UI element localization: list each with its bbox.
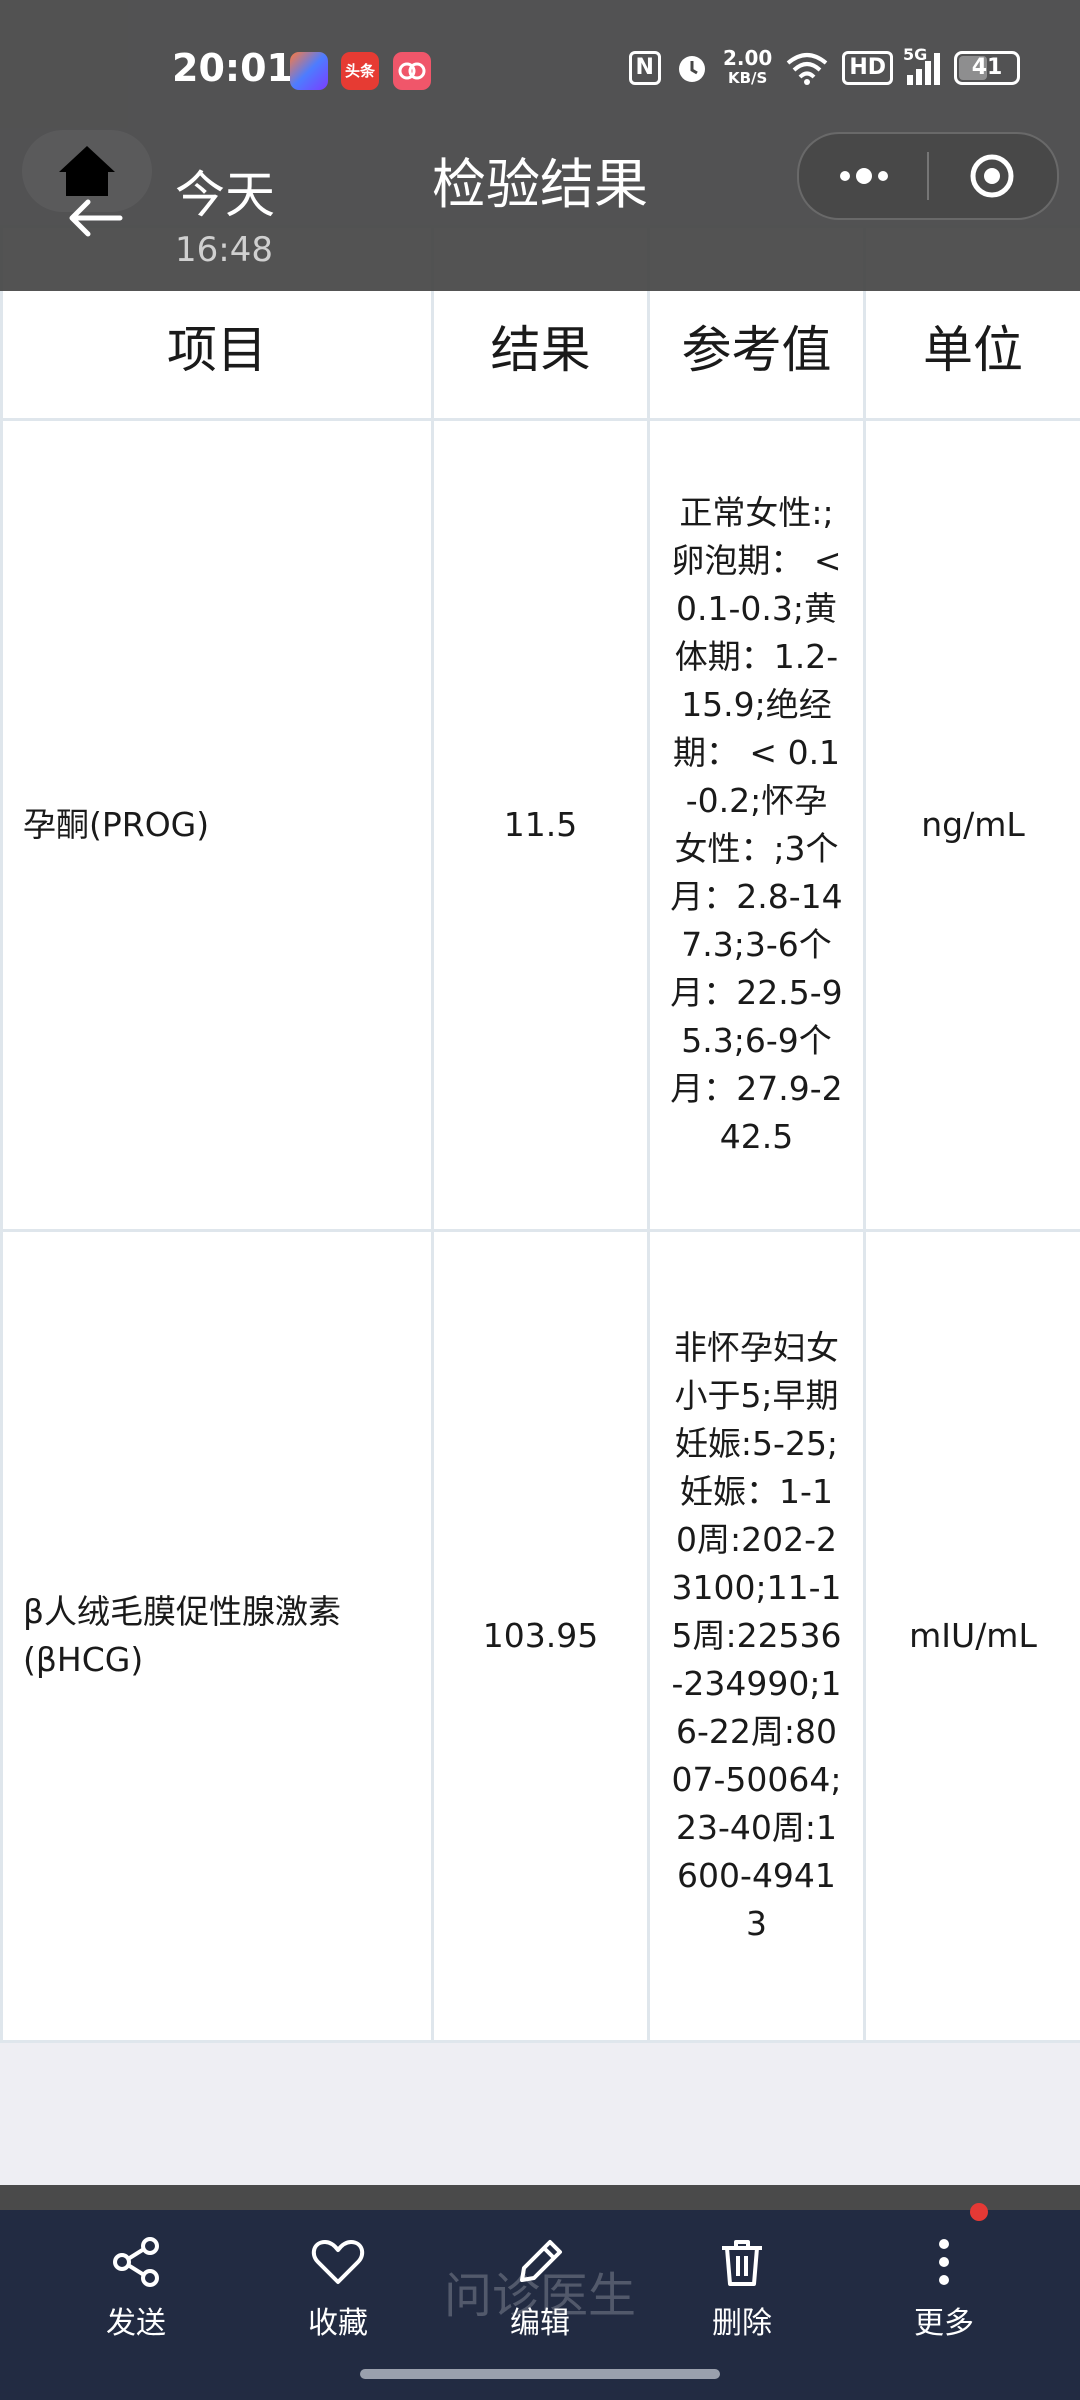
edit-label: 编辑 [510, 2306, 570, 2341]
send-button[interactable]: 发送 [66, 2232, 206, 2342]
table-row: β人绒毛膜促性腺激素(βHCG) 103.95 非怀孕妇女小于5;早期妊娠:5-… [0, 1229, 1080, 2043]
notification-dot [970, 2203, 988, 2221]
share-icon [113, 2237, 159, 2287]
edit-button[interactable]: 编辑 [470, 2232, 610, 2342]
battery-icon: 41 [954, 51, 1020, 85]
nfc-icon: N [628, 51, 661, 85]
net-speed-value: 2.00 [722, 46, 773, 70]
delete-label: 删除 [712, 2306, 772, 2341]
cell-reference: 正常女性:;卵泡期： < 0.1-0.3;黄体期：1.2-15.9;绝经期： <… [647, 418, 866, 1232]
pencil-icon [520, 2240, 562, 2282]
cell-result: 11.5 [431, 418, 650, 1232]
favorite-button[interactable]: 收藏 [268, 2232, 408, 2342]
more-vertical-icon [939, 2239, 949, 2285]
cloud-app-icon [393, 52, 431, 90]
results-table: 项目 结果 参考值 单位 孕酮(PROG) 11.5 正常女性:;卵泡期： < … [0, 225, 1080, 2043]
nav-bar: 今天 16:48 检验结果 [0, 130, 1080, 291]
cell-result: 103.95 [431, 1229, 650, 2043]
trash-icon [722, 2240, 762, 2286]
toutiao-app-icon: 头条 [341, 52, 379, 90]
cell-item: β人绒毛膜促性腺激素(βHCG) [0, 1229, 434, 2043]
table-row: 孕酮(PROG) 11.5 正常女性:;卵泡期： < 0.1-0.3;黄体期：1… [0, 418, 1080, 1232]
chat-time: 16:48 [175, 230, 273, 270]
content-area: 项目 结果 参考值 单位 孕酮(PROG) 11.5 正常女性:;卵泡期： < … [0, 0, 1080, 2185]
status-indicators: N 2.00 KB/S HD 5G 41 [628, 45, 1020, 88]
top-overlay: 20:01 头条 N 2.00 KB/S HD 5G 41 今天 16:48 检… [0, 0, 1080, 291]
cell-unit: ng/mL [863, 418, 1080, 1232]
net-speed: 2.00 KB/S [723, 48, 772, 88]
status-bar: 20:01 头条 N 2.00 KB/S HD 5G 41 [0, 0, 1080, 130]
hd-icon: HD [842, 51, 893, 85]
home-indicator[interactable] [360, 2369, 720, 2379]
delete-button[interactable]: 删除 [672, 2232, 812, 2342]
more-button[interactable]: 更多 [874, 2232, 1014, 2342]
status-time: 20:01 [172, 46, 293, 90]
battery-level: 41 [971, 55, 1003, 80]
cell-reference: 非怀孕妇女小于5;早期妊娠:5-25;妊娠：1-10周:202-23100;11… [647, 1229, 866, 2043]
bottom-strip [0, 2185, 1080, 2210]
close-target-icon[interactable] [967, 151, 1017, 201]
wifi-icon [787, 53, 828, 85]
send-label: 发送 [106, 2306, 166, 2341]
more-dots-icon[interactable] [829, 156, 899, 196]
heart-icon [311, 2240, 365, 2284]
cell-unit: mIU/mL [863, 1229, 1080, 2043]
mini-program-capsule [797, 132, 1059, 220]
cell-item: 孕酮(PROG) [0, 418, 434, 1232]
more-label: 更多 [914, 2306, 974, 2341]
signal-label: 5G [903, 45, 928, 64]
assistant-app-icon [290, 52, 328, 90]
net-speed-unit: KB/S [727, 69, 768, 87]
alarm-icon [678, 56, 705, 82]
signal-icon: 5G [903, 45, 940, 85]
favorite-label: 收藏 [308, 2306, 368, 2341]
